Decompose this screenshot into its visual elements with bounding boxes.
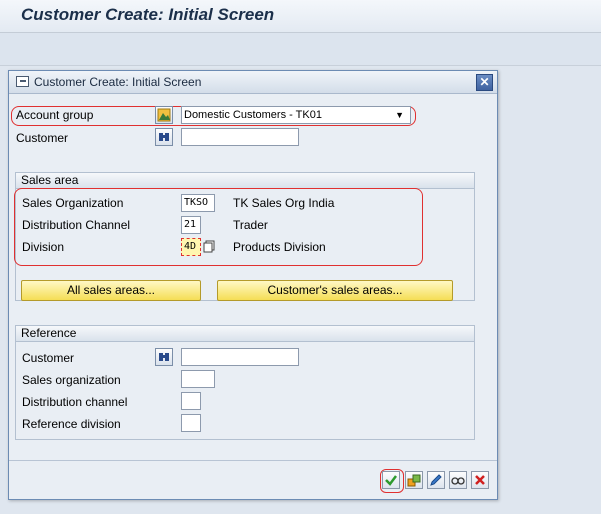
division-description: Products Division (233, 240, 326, 254)
all-sales-areas-button[interactable]: All sales areas... (21, 280, 201, 301)
account-group-icon[interactable] (155, 106, 173, 124)
cancel-button[interactable] (471, 471, 489, 489)
ref-dist-channel-label: Distribution channel (22, 395, 128, 409)
customer-label: Customer (16, 131, 69, 145)
dialog-header: Customer Create: Initial Screen ✕ (9, 71, 497, 94)
dialog-title: Customer Create: Initial Screen (34, 75, 202, 89)
binoculars-icon[interactable] (155, 128, 173, 146)
create-with-data-button[interactable] (405, 471, 423, 489)
sales-org-label: Sales Organization (22, 196, 124, 210)
account-group-select[interactable]: Domestic Customers - TK01 ▼ (181, 106, 411, 124)
sales-org-description: TK Sales Org India (233, 196, 335, 210)
value-help-icon[interactable] (203, 240, 215, 253)
customer-create-dialog: Customer Create: Initial Screen ✕ Accoun… (8, 70, 498, 500)
ref-sales-org-input[interactable] (181, 370, 215, 388)
display-button[interactable] (449, 471, 467, 489)
pencil-icon (430, 474, 442, 486)
division-input[interactable]: 4D (181, 238, 201, 256)
ref-customer-label: Customer (22, 351, 75, 365)
customers-sales-areas-button[interactable]: Customer's sales areas... (217, 280, 453, 301)
close-icon[interactable]: ✕ (476, 74, 493, 91)
glasses-icon (451, 477, 459, 485)
ref-sales-org-label: Sales organization (22, 373, 121, 387)
check-icon (385, 475, 397, 486)
ref-customer-input[interactable] (181, 348, 299, 366)
sales-org-input[interactable]: TKSO (181, 194, 215, 212)
reference-title: Reference (16, 326, 474, 342)
change-button[interactable] (427, 471, 445, 489)
dist-channel-value: 21 (184, 219, 197, 230)
division-label: Division (22, 240, 65, 254)
window-icon (16, 76, 29, 87)
ref-division-label: Reference division (22, 417, 121, 431)
continue-button[interactable] (382, 471, 400, 489)
footer-separator (9, 460, 497, 461)
binoculars-icon[interactable] (155, 348, 173, 366)
application-toolbar (0, 33, 601, 66)
customer-input[interactable] (181, 128, 299, 146)
cancel-icon (475, 475, 485, 485)
ref-dist-channel-input[interactable] (181, 392, 201, 410)
division-value: 4D (184, 241, 197, 252)
account-group-value: Domestic Customers - TK01 (184, 109, 322, 121)
chevron-down-icon[interactable]: ▼ (395, 107, 404, 123)
dist-channel-label: Distribution Channel (22, 218, 131, 232)
ref-division-input[interactable] (181, 414, 201, 432)
screen-title: Customer Create: Initial Screen (21, 5, 275, 24)
dist-channel-input[interactable]: 21 (181, 216, 201, 234)
sales-org-value: TKSO (184, 197, 209, 208)
dist-channel-description: Trader (233, 218, 268, 232)
sales-area-title: Sales area (16, 173, 474, 189)
account-group-label: Account group (16, 108, 94, 122)
title-bar: Customer Create: Initial Screen (0, 0, 601, 33)
